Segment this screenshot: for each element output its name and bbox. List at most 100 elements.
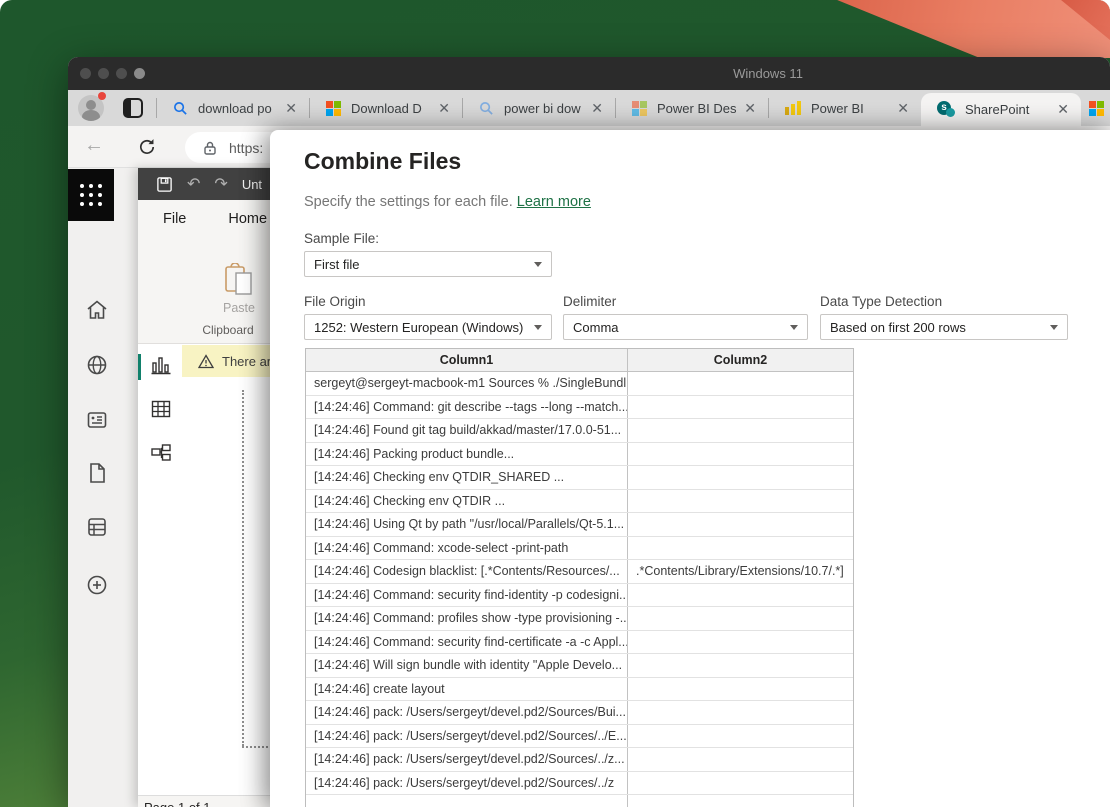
dialog-subtitle: Specify the settings for each file. Lear… [304, 194, 591, 210]
back-icon[interactable]: ← [84, 134, 104, 157]
globe-icon[interactable] [85, 353, 109, 377]
table-cell-column1: [14:24:46] Command: xcode-select -print-… [306, 537, 628, 560]
table-row: [14:24:46] Found git tag build/akkad/mas… [306, 419, 853, 443]
powerbi-view-rail [138, 344, 182, 807]
tab-powerbi-desktop[interactable]: Power BI Des ✕ [616, 90, 768, 126]
window-dot[interactable] [98, 68, 109, 79]
save-icon[interactable] [156, 176, 173, 193]
table-cell-column2 [628, 513, 853, 536]
table-row: [14:24:46] Command: profiles show -type … [306, 607, 853, 631]
paste-label: Paste [218, 301, 260, 315]
tab-sharepoint-active[interactable]: s SharePoint ✕ [921, 93, 1081, 126]
url-text: https: [229, 140, 263, 156]
data-type-detection-dropdown[interactable]: Based on first 200 rows [820, 314, 1068, 340]
paste-clipboard-icon [224, 263, 254, 297]
table-row: [14:24:46] Command: security find-certif… [306, 631, 853, 655]
active-view-indicator [138, 354, 141, 380]
menu-file[interactable]: File [163, 211, 186, 227]
tab-powerbi[interactable]: Power BI ✕ [769, 90, 921, 126]
table-row: [14:24:46] pack: /Users/sergeyt/devel.pd… [306, 725, 853, 749]
table-cell-column1: [14:24:46] Command: security find-certif… [306, 631, 628, 654]
table-row: [14:24:46] pack: /Users/sergeyt/devel.pd… [306, 701, 853, 725]
table-cell-column2 [628, 725, 853, 748]
file-origin-label: File Origin [304, 294, 366, 309]
search-icon [479, 101, 494, 116]
table-row: [14:24:46] Command: security find-identi… [306, 584, 853, 608]
table-cell-column1 [306, 795, 628, 807]
table-cell-column1: [14:24:46] Found git tag build/akkad/mas… [306, 419, 628, 442]
delimiter-dropdown[interactable]: Comma [563, 314, 808, 340]
table-row: sergeyt@sergeyt-macbook-m1 Sources % ./S… [306, 372, 853, 396]
table-row: [14:24:46] Will sign bundle with identit… [306, 654, 853, 678]
redo-icon[interactable]: ↷ [214, 174, 227, 194]
menu-home[interactable]: Home [228, 211, 267, 227]
subtitle-text: Specify the settings for each file. [304, 194, 513, 210]
news-icon[interactable] [85, 408, 109, 432]
home-icon[interactable] [85, 298, 109, 322]
data-view-icon[interactable] [150, 398, 172, 420]
table-cell-column2 [628, 678, 853, 701]
model-view-icon[interactable] [150, 442, 172, 464]
window-dot[interactable] [134, 68, 145, 79]
tab-label: Download D [351, 101, 436, 116]
chevron-down-icon [1050, 325, 1058, 330]
tab-close-icon[interactable]: ✕ [742, 100, 758, 117]
window-dot[interactable] [116, 68, 127, 79]
vm-window-title: Windows 11 [708, 66, 828, 81]
tab-close-icon[interactable]: ✕ [589, 100, 605, 117]
table-row: [14:24:46] Packing product bundle... [306, 443, 853, 467]
column-header[interactable]: Column1 [306, 349, 628, 371]
wallpaper-salmon-wedge [800, 0, 1110, 58]
tab-close-icon[interactable]: ✕ [436, 100, 452, 117]
table-cell-column2 [628, 443, 853, 466]
microsoft-icon[interactable] [1089, 101, 1104, 116]
tab-close-icon[interactable]: ✕ [1055, 101, 1071, 118]
tab-powerbi-search[interactable]: power bi dow ✕ [463, 90, 615, 126]
vm-titlebar: Windows 11 [68, 57, 1110, 90]
table-cell-column1: [14:24:46] Command: security find-identi… [306, 584, 628, 607]
tab-close-icon[interactable]: ✕ [283, 100, 299, 117]
table-cell-column2 [628, 466, 853, 489]
learn-more-link[interactable]: Learn more [517, 194, 591, 210]
document-icon[interactable] [85, 461, 109, 485]
table-cell-column2 [628, 490, 853, 513]
chevron-down-icon [534, 262, 542, 267]
database-icon[interactable] [85, 515, 109, 539]
tab-download-drivers[interactable]: Download D ✕ [310, 90, 462, 126]
table-cell-column2 [628, 537, 853, 560]
column-header[interactable]: Column2 [628, 349, 853, 371]
dialog-title: Combine Files [304, 148, 461, 175]
table-cell-column1: sergeyt@sergeyt-macbook-m1 Sources % ./S… [306, 372, 628, 395]
table-cell-column1: [14:24:46] Checking env QTDIR ... [306, 490, 628, 513]
add-icon[interactable] [85, 573, 109, 597]
macos-desktop: Windows 11 download po ✕ Download [0, 0, 1110, 807]
table-row: [14:24:46] Codesign blacklist: [.*Conten… [306, 560, 853, 584]
table-row: [14:24:46] pack: /Users/sergeyt/devel.pd… [306, 748, 853, 772]
refresh-icon[interactable] [137, 137, 157, 157]
table-cell-column1: [14:24:46] create layout [306, 678, 628, 701]
sample-file-dropdown[interactable]: First file [304, 251, 552, 277]
tab-label: power bi dow [504, 101, 589, 116]
page-indicator: Page 1 of 1 [144, 800, 211, 807]
table-cell-column1: [14:24:46] Will sign bundle with identit… [306, 654, 628, 677]
tab-download[interactable]: download po ✕ [157, 90, 309, 126]
tab-switcher-icon[interactable] [123, 98, 143, 118]
sample-file-value: First file [314, 257, 360, 272]
tab-close-icon[interactable]: ✕ [895, 100, 911, 117]
powerbi-icon [785, 101, 801, 115]
table-row: [14:24:46] Command: git describe --tags … [306, 396, 853, 420]
window-control-dots[interactable] [80, 68, 145, 79]
app-launcher-icon[interactable] [68, 169, 114, 221]
table-row: [14:24:46] Using Qt by path "/usr/local/… [306, 513, 853, 537]
undo-icon[interactable]: ↶ [187, 174, 200, 194]
window-dot[interactable] [80, 68, 91, 79]
paste-button[interactable]: Paste [218, 263, 260, 315]
table-cell-column2 [628, 372, 853, 395]
report-view-icon[interactable] [150, 354, 172, 376]
table-cell-column2 [628, 748, 853, 771]
file-origin-dropdown[interactable]: 1252: Western European (Windows) [304, 314, 552, 340]
table-row: [14:24:46] Checking env QTDIR_SHARED ... [306, 466, 853, 490]
tab-label: Power BI Des [657, 101, 742, 116]
delimiter-value: Comma [573, 320, 619, 335]
table-row [306, 795, 853, 807]
